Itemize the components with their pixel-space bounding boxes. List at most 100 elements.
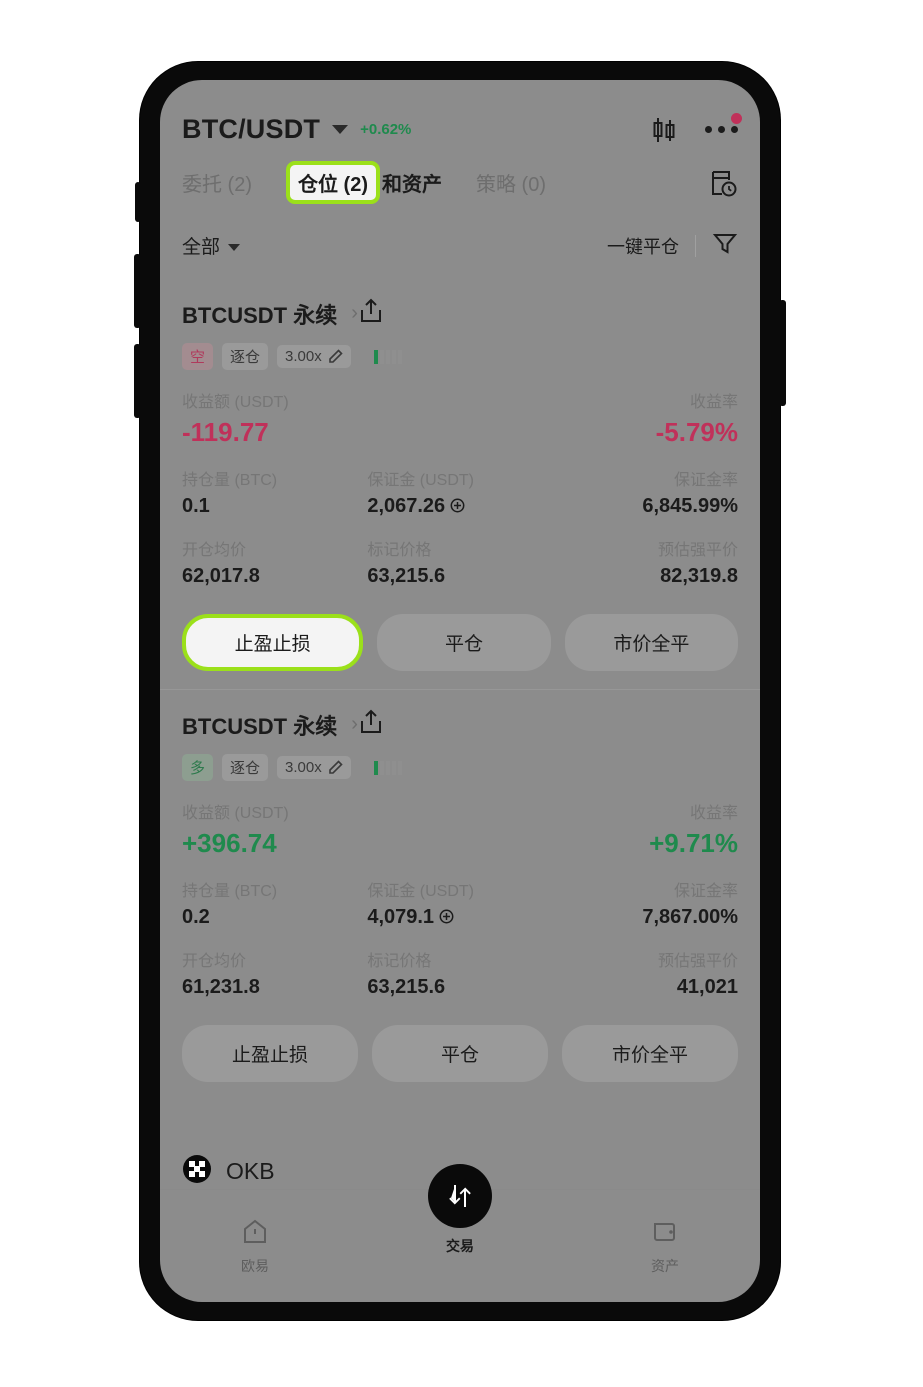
close-all-positions-button[interactable]: 一键平仓 <box>607 233 679 259</box>
nav-label-assets: 资产 <box>651 1258 679 1274</box>
position-card-header[interactable]: BTCUSDT 永续 › <box>182 279 738 330</box>
nav-item-assets[interactable]: 资产 <box>610 1217 720 1276</box>
mute-switch-button[interactable] <box>135 182 141 222</box>
close-position-button[interactable]: 平仓 <box>372 1025 548 1082</box>
position-size-cell: 持仓量 (BTC) 0.2 <box>182 877 367 929</box>
margin-ratio-label: 保证金率 <box>673 883 738 900</box>
position-badges: 多逐仓 3.00x <box>182 754 738 781</box>
pnl-amount-cell: 收益额 (USDT) +396.74 <box>182 799 460 859</box>
price-row: 开仓均价 62,017.8 标记价格 63,215.6 预估强平价 82,319.8 <box>182 536 738 588</box>
pnl-rate-cell: 收益率 +9.71% <box>460 799 738 859</box>
position-size-cell: 持仓量 (BTC) 0.1 <box>182 466 367 518</box>
liq-price-label: 预估强平价 <box>657 953 738 970</box>
pnl-rate-label: 收益率 <box>689 805 738 822</box>
add-margin-icon[interactable] <box>434 906 454 928</box>
liq-price-cell: 预估强平价 41,021 <box>553 947 738 999</box>
volume-up-button[interactable] <box>134 254 141 328</box>
nav-item-home[interactable]: 欧易 <box>200 1217 310 1276</box>
tab-strategies[interactable]: 策略 (0) <box>476 168 546 197</box>
chevron-right-icon[interactable]: › <box>351 713 358 736</box>
margin-ratio-cell: 保证金率 6,845.99% <box>553 466 738 518</box>
instrument-name[interactable]: BTCUSDT 永续 <box>182 298 337 330</box>
pnl-amount-value: -119.77 <box>182 417 269 447</box>
margin-label: 保证金 (USDT) <box>367 472 474 489</box>
margin-mode-badge[interactable]: 逐仓 <box>222 343 269 370</box>
instrument-name[interactable]: BTCUSDT 永续 <box>182 709 337 741</box>
order-history-icon[interactable] <box>708 168 738 198</box>
position-size-value: 0.1 <box>182 495 210 517</box>
trading-pair-title[interactable]: BTC/USDT <box>182 114 320 145</box>
add-margin-icon[interactable] <box>445 495 465 517</box>
filter-actions: 一键平仓 <box>607 230 738 261</box>
avg-price-label: 开仓均价 <box>182 953 247 970</box>
position-card: BTCUSDT 永续 › 空逐仓 3.00x 收益额 (USDT) -119.77 收益率 -… <box>160 279 760 689</box>
leverage-badge[interactable]: 3.00x <box>277 345 351 368</box>
trade-fab-button[interactable] <box>428 1164 492 1228</box>
margin-value: 2,067.26 <box>367 495 552 518</box>
share-icon[interactable] <box>358 297 384 330</box>
pnl-rate-value: +9.71% <box>649 828 738 858</box>
phone-frame: BTC/USDT +0.62% 委托 (2) 仓位 (2) 和资产 策略 (0)… <box>134 62 786 1320</box>
pnl-row: 收益额 (USDT) +396.74 收益率 +9.71% <box>182 799 738 859</box>
chevron-down-icon[interactable] <box>332 125 349 134</box>
margin-ratio-label: 保证金率 <box>673 472 738 489</box>
volume-down-button[interactable] <box>134 344 141 418</box>
home-icon <box>241 1217 269 1250</box>
funnel-filter-icon[interactable] <box>712 230 738 261</box>
notification-dot <box>731 112 742 124</box>
pnl-amount-cell: 收益额 (USDT) -119.77 <box>182 388 460 448</box>
leverage-badge[interactable]: 3.00x <box>277 756 351 779</box>
filter-all-label: 全部 <box>182 237 221 258</box>
positions-list[interactable]: BTCUSDT 永续 › 空逐仓 3.00x 收益额 (USDT) -119.77 收益率 -… <box>160 279 760 1132</box>
avg-price-label: 开仓均价 <box>182 542 247 559</box>
liq-price-value: 41,021 <box>676 976 738 998</box>
margin-cell: 保证金 (USDT) 2,067.26 <box>367 466 552 518</box>
pnl-rate-label: 收益率 <box>689 394 738 411</box>
market-close-all-button[interactable]: 市价全平 <box>564 614 738 671</box>
margin-value: 4,079.1 <box>367 906 552 929</box>
filter-all-dropdown[interactable]: 全部 <box>182 232 241 259</box>
avg-price-cell: 开仓均价 61,231.8 <box>182 947 367 999</box>
chevron-right-icon[interactable]: › <box>351 302 358 325</box>
share-icon[interactable] <box>358 708 384 741</box>
position-size-label: 持仓量 (BTC) <box>182 883 278 900</box>
size-margin-row: 持仓量 (BTC) 0.2 保证金 (USDT) 4,079.1 保证金率 7,867.0… <box>182 877 738 929</box>
mark-price-label: 标记价格 <box>367 953 432 970</box>
app-header: BTC/USDT +0.62% <box>160 80 760 151</box>
position-side-badge: 空 <box>182 343 214 370</box>
tab-positions[interactable]: 仓位 (2) <box>286 161 380 204</box>
tab-positions-assets-suffix[interactable]: 和资产 <box>382 168 442 197</box>
power-button[interactable] <box>779 300 786 406</box>
market-close-all-button[interactable]: 市价全平 <box>562 1025 738 1082</box>
pnl-amount-label: 收益额 (USDT) <box>182 394 289 411</box>
tp-sl-button[interactable]: 止盈止损 <box>182 614 364 671</box>
nav-label-trade: 交易 <box>446 1238 474 1254</box>
pnl-row: 收益额 (USDT) -119.77 收益率 -5.79% <box>182 388 738 448</box>
candlestick-icon[interactable] <box>649 115 679 145</box>
tab-orders[interactable]: 委托 (2) <box>182 168 252 197</box>
avg-price-cell: 开仓均价 62,017.8 <box>182 536 367 588</box>
nav-item-trade[interactable]: 交易 <box>428 1164 492 1256</box>
position-card-header[interactable]: BTCUSDT 永续 › <box>182 690 738 741</box>
margin-ratio-value: 7,867.00% <box>642 906 738 928</box>
position-size-value: 0.2 <box>182 906 210 928</box>
filter-row: 全部 一键平仓 <box>160 220 760 279</box>
position-card: BTCUSDT 永续 › 多逐仓 3.00x 收益额 (USDT) +396.74 收益率 +… <box>160 690 760 1100</box>
liq-price-cell: 预估强平价 82,319.8 <box>553 536 738 588</box>
price-row: 开仓均价 61,231.8 标记价格 63,215.6 预估强平价 41,021 <box>182 947 738 999</box>
header-actions <box>649 112 742 145</box>
position-size-label: 持仓量 (BTC) <box>182 472 278 489</box>
position-action-buttons: 止盈止损 平仓 市价全平 <box>182 1025 738 1082</box>
margin-mode-badge[interactable]: 逐仓 <box>222 754 269 781</box>
more-options-icon[interactable] <box>705 112 742 145</box>
bottom-navigation: 欧易 资产 交易 <box>160 1164 760 1302</box>
close-position-button[interactable]: 平仓 <box>377 614 551 671</box>
liq-price-value: 82,319.8 <box>660 565 738 587</box>
risk-level-indicator <box>373 349 402 364</box>
mark-price-cell: 标记价格 63,215.6 <box>367 536 552 588</box>
tp-sl-button[interactable]: 止盈止损 <box>182 1025 358 1082</box>
position-action-buttons: 止盈止损 平仓 市价全平 <box>182 614 738 671</box>
mark-price-value: 63,215.6 <box>367 565 446 587</box>
pnl-rate-cell: 收益率 -5.79% <box>460 388 738 448</box>
risk-level-indicator <box>373 760 402 775</box>
